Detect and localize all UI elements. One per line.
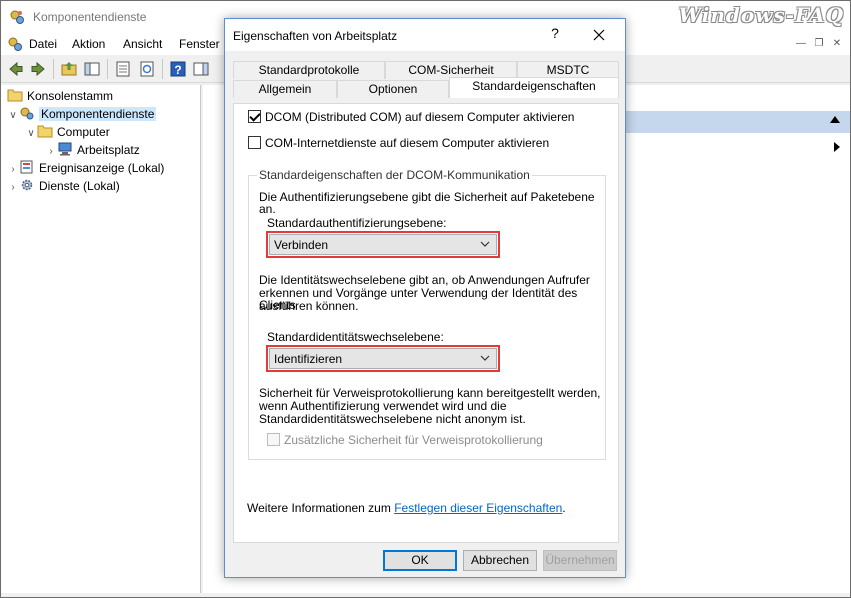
info-link[interactable]: Festlegen dieser Eigenschaften (394, 501, 562, 515)
dcom-communication-group: Standardeigenschaften der DCOM-Kommunika… (248, 168, 606, 460)
tree-item-arbeitsplatz[interactable]: › Arbeitsplatz (45, 141, 140, 159)
info-prefix: Weitere Informationen zum (247, 501, 395, 515)
close-button[interactable] (587, 23, 611, 47)
tab-standardprotokolle[interactable]: Standardprotokolle (233, 61, 385, 79)
dcom-enable-checkbox-row[interactable]: DCOM (Distributed COM) auf diesem Comput… (248, 110, 574, 126)
tree-item-event-viewer[interactable]: › Ereignisanzeige (Lokal) (7, 159, 164, 177)
up-folder-icon[interactable] (60, 60, 78, 78)
impersonation-description-line3: ausführen können. (259, 299, 359, 313)
auth-level-label: Standardauthentifizierungsebene: (267, 216, 447, 230)
impersonation-level-label: Standardidentitätswechselebene: (267, 330, 444, 344)
refresh-icon[interactable] (138, 60, 156, 78)
chevron-down-icon[interactable]: ∨ (7, 107, 19, 125)
auth-level-select[interactable]: Verbinden (266, 231, 500, 258)
folder-icon (7, 89, 23, 102)
console-tree: Konsolenstamm ∨ Komponentendienste ∨ Compu… (1, 85, 201, 595)
actions-header[interactable] (623, 111, 850, 133)
mdi-minimize-icon[interactable]: — (794, 37, 808, 51)
tree-item-root[interactable]: Konsolenstamm (7, 87, 113, 105)
tree-item-component-services[interactable]: ∨ Komponentendienste (7, 105, 157, 125)
help-icon[interactable]: ? (169, 60, 187, 78)
menu-ansicht[interactable]: Ansicht (123, 37, 162, 51)
group-legend: Standardeigenschaften der DCOM-Kommunika… (257, 168, 532, 182)
system-menu-icon[interactable] (7, 36, 23, 52)
ok-button[interactable]: OK (383, 550, 457, 571)
impersonation-description-line1: Die Identitätswechselebene gibt an, ob A… (259, 273, 590, 287)
event-viewer-icon (20, 160, 33, 174)
computer-icon (58, 142, 72, 156)
gear-icon (21, 179, 33, 191)
component-services-icon (20, 107, 34, 120)
com-internet-checkbox-row[interactable]: COM-Internetdienste auf diesem Computer … (248, 136, 549, 152)
help-button[interactable]: ? (545, 25, 565, 45)
mmc-title: Komponentendienste (33, 10, 147, 24)
dialog-title: Eigenschaften von Arbeitsplatz (233, 29, 398, 43)
dcom-enable-label: DCOM (Distributed COM) auf diesem Comput… (265, 110, 575, 124)
menu-datei[interactable]: Datei (29, 37, 57, 51)
auth-level-value: Verbinden (274, 238, 329, 252)
tab-panel-standardeigenschaften: DCOM (Distributed COM) auf diesem Comput… (233, 103, 619, 543)
cancel-button[interactable]: Abbrechen (463, 550, 537, 571)
status-bar (1, 593, 850, 597)
forward-icon[interactable] (29, 60, 47, 78)
chevron-down-icon[interactable]: ∨ (25, 125, 37, 143)
dcom-enable-checkbox[interactable] (248, 110, 261, 123)
auth-description: Die Authentifizierungsebene gibt die Sic… (259, 190, 595, 216)
com-internet-label: COM-Internetdienste auf diesem Computer … (265, 136, 550, 150)
tree-item-computer[interactable]: ∨ Computer (25, 123, 109, 143)
properties-dialog: Eigenschaften von Arbeitsplatz ? Standar… (224, 18, 626, 578)
chevron-down-icon (480, 355, 490, 361)
more-actions-arrow-icon[interactable] (834, 142, 840, 152)
reference-tracking-description-line1: Sicherheit für Verweisprotokollierung ka… (259, 386, 601, 400)
info-suffix: . (562, 501, 566, 515)
reference-tracking-checkbox-row[interactable]: Zusätzliche Sicherheit für Verweisprotok… (267, 433, 543, 449)
reference-tracking-description-line2: wenn Authentifizierung verwendet wird un… (259, 399, 507, 413)
show-tree-icon[interactable] (83, 60, 101, 78)
chevron-right-icon[interactable]: › (7, 179, 19, 197)
com-internet-checkbox[interactable] (248, 136, 261, 149)
reference-tracking-checkbox[interactable] (267, 433, 280, 446)
dialog-title-bar: Eigenschaften von Arbeitsplatz ? (225, 19, 625, 51)
component-services-icon (10, 10, 24, 24)
impersonation-level-value: Identifizieren (274, 352, 343, 366)
show-action-pane-icon[interactable] (192, 60, 210, 78)
watermark-logo: Windows-FAQ (678, 3, 844, 27)
reference-tracking-label: Zusätzliche Sicherheit für Verweisprotok… (284, 433, 543, 447)
mdi-close-icon[interactable]: ✕ (830, 37, 844, 51)
menu-fenster[interactable]: Fenster (179, 37, 220, 51)
impersonation-level-select[interactable]: Identifizieren (266, 345, 500, 372)
reference-tracking-description-line3: Standardidentitätswechselebene nicht ano… (259, 412, 526, 426)
info-line: Weitere Informationen zum Festlegen dies… (247, 501, 566, 515)
tab-allgemein[interactable]: Allgemein (233, 80, 337, 98)
back-icon[interactable] (7, 60, 25, 78)
folder-icon (37, 125, 53, 138)
collapse-up-icon[interactable] (830, 116, 840, 123)
mdi-restore-icon[interactable]: ❐ (812, 37, 826, 51)
svg-text:?: ? (174, 63, 181, 77)
chevron-down-icon (480, 241, 490, 247)
properties-icon[interactable] (114, 60, 132, 78)
menu-aktion[interactable]: Aktion (72, 37, 105, 51)
apply-button[interactable]: Übernehmen (543, 550, 617, 571)
tree-item-services[interactable]: › Dienste (Lokal) (7, 177, 119, 197)
tab-standardeigenschaften[interactable]: Standardeigenschaften (449, 77, 619, 98)
tab-optionen[interactable]: Optionen (337, 80, 449, 98)
close-icon (593, 29, 605, 41)
